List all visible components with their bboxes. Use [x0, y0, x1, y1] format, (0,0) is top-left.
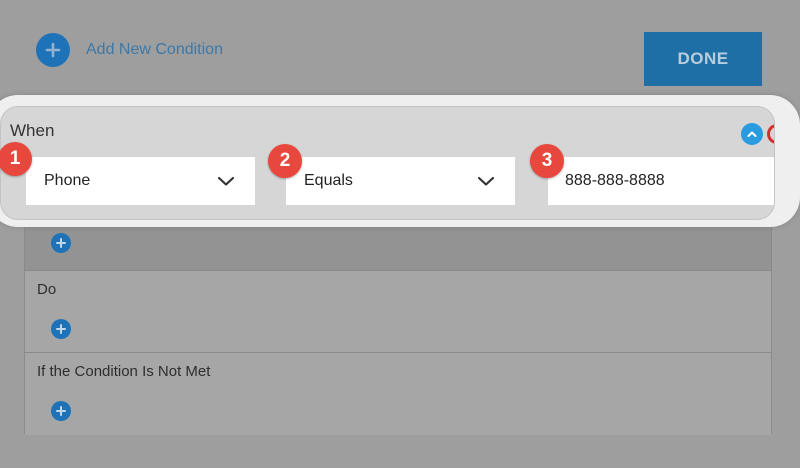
step-badge-2: 2	[268, 144, 302, 178]
when-label: When	[10, 121, 55, 140]
done-button[interactable]: DONE	[644, 32, 762, 86]
add-new-condition-label: Add New Condition	[86, 41, 223, 58]
field-select[interactable]: Phone	[26, 157, 255, 205]
not-met-section: If the Condition Is Not Met	[25, 353, 771, 435]
plus-circle-icon	[36, 33, 70, 67]
chevron-down-icon	[477, 175, 495, 187]
step-badge-3: 3	[530, 144, 564, 178]
value-input-text: 888-888-8888	[565, 172, 665, 189]
add-not-met-action-button[interactable]	[51, 401, 71, 421]
chevron-up-icon	[747, 131, 757, 137]
not-met-section-label: If the Condition Is Not Met	[37, 363, 211, 380]
add-do-action-button[interactable]	[51, 319, 71, 339]
value-input[interactable]: 888-888-8888	[548, 157, 774, 205]
operator-select-value: Equals	[304, 172, 353, 189]
collapse-button[interactable]	[741, 123, 763, 145]
add-when-condition-button[interactable]	[51, 233, 71, 253]
operator-select[interactable]: Equals	[286, 157, 515, 205]
chevron-down-icon	[217, 175, 235, 187]
add-new-condition-button[interactable]: Add New Condition	[36, 33, 223, 67]
remove-condition-icon[interactable]	[767, 124, 774, 144]
do-section-label: Do	[37, 281, 57, 298]
when-condition-row: When Phone Equals 888-888-8888	[0, 106, 775, 220]
do-section: Do	[25, 271, 771, 353]
field-select-value: Phone	[44, 172, 91, 189]
